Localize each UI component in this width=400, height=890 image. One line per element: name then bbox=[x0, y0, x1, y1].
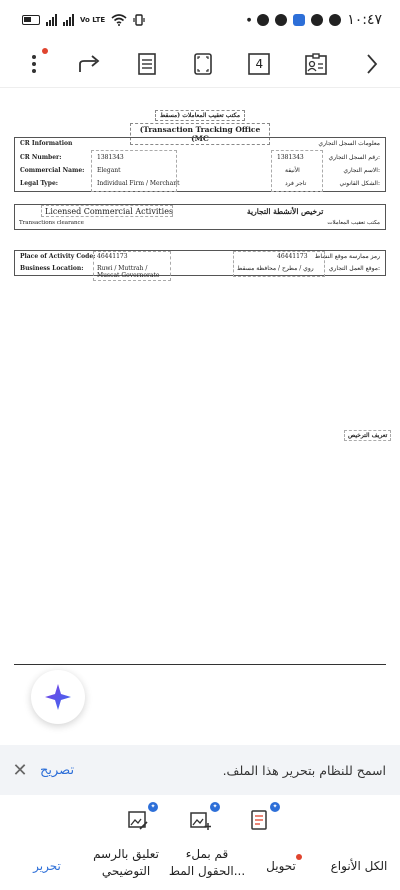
ai-document-icon bbox=[251, 810, 267, 830]
cr-header-en: CR Information bbox=[20, 140, 73, 147]
license-activities-box: Licensed Commercial Activities Transacti… bbox=[14, 204, 386, 230]
allow-button[interactable]: تصريح bbox=[40, 763, 74, 778]
chevron-right-icon bbox=[367, 53, 378, 74]
document-page[interactable]: مكتب تعقيب المعاملات (مسقط (Transaction … bbox=[0, 90, 400, 660]
cr-header-ar: معلومات السجل التجاري bbox=[318, 140, 380, 147]
add-image-button[interactable]: ✦ bbox=[186, 802, 220, 834]
activity-code-label: Place of Activity Code: bbox=[20, 253, 96, 260]
document-toolbar: 4 bbox=[0, 40, 400, 88]
signal-icon bbox=[46, 14, 57, 26]
edit-image-icon bbox=[128, 811, 148, 830]
notification-dot bbox=[42, 47, 48, 54]
add-image-icon bbox=[190, 812, 211, 830]
nav-annotate[interactable]: تعليق بالرسم التوضيحي bbox=[88, 846, 164, 880]
cr-information-box: CR Information معلومات السجل التجاري CR … bbox=[14, 137, 386, 192]
cr-values-field-ar[interactable] bbox=[271, 150, 323, 192]
app-icon bbox=[293, 14, 306, 26]
share-icon bbox=[79, 54, 100, 72]
business-location-label: Business Location: bbox=[20, 265, 84, 272]
crop-button[interactable] bbox=[189, 50, 217, 78]
nav-convert[interactable]: تحويل bbox=[258, 858, 304, 875]
crop-icon bbox=[194, 52, 212, 75]
signal-icon-2 bbox=[63, 14, 74, 26]
sparkle-icon bbox=[45, 684, 71, 710]
snapchat-icon-2 bbox=[329, 14, 342, 26]
snapchat-icon bbox=[311, 14, 324, 26]
nav-annotate-line1: تعليق بالرسم bbox=[93, 847, 159, 861]
status-right: ● ١٠:٤٧ bbox=[247, 12, 382, 28]
nav-fill-fields-line2: الحقول المط... bbox=[168, 864, 246, 878]
license-definition-label[interactable]: تعريف الترخيص bbox=[344, 430, 392, 441]
share-button[interactable] bbox=[76, 50, 104, 78]
tools-row: ✦ ✦ ✦ bbox=[0, 800, 400, 840]
license-title-ar: ترخيص الأنشطة التجارية bbox=[247, 207, 324, 216]
document-icon bbox=[137, 52, 156, 75]
pro-badge: ✦ bbox=[148, 802, 158, 812]
title-arabic: مكتب تعقيب المعاملات (مسقط bbox=[154, 110, 246, 121]
license-title-field[interactable] bbox=[41, 205, 173, 217]
page-number: 4 bbox=[255, 56, 264, 71]
commercial-name-label: Commercial Name: bbox=[20, 167, 85, 174]
status-bar: Vo LTE ● ١٠:٤٧ bbox=[0, 0, 400, 40]
network-label: Vo LTE bbox=[80, 15, 106, 24]
nav-annotate-line2: التوضيحي bbox=[101, 864, 151, 878]
location-values-field[interactable] bbox=[93, 251, 171, 281]
cr-number-label: CR Number: bbox=[20, 154, 62, 161]
dot-icon: ● bbox=[246, 17, 252, 23]
edit-image-button[interactable]: ✦ bbox=[124, 802, 158, 834]
whatsapp-icon bbox=[257, 14, 270, 26]
commercial-name-label-ar: الاسم التجاري: bbox=[343, 167, 380, 174]
bottom-nav: الكل الأنواع تحويل قم بملء الحقول المط..… bbox=[0, 842, 400, 890]
nav-all-types-label: الكل الأنواع bbox=[330, 859, 388, 873]
document-view-button[interactable] bbox=[133, 50, 161, 78]
permission-text: اسمح للنظام بتحرير هذا الملف. bbox=[222, 762, 386, 778]
more-menu-button[interactable] bbox=[20, 47, 48, 78]
next-button[interactable] bbox=[358, 50, 386, 78]
location-values-field-ar[interactable] bbox=[233, 251, 325, 277]
contact-card-button[interactable] bbox=[302, 50, 330, 78]
contact-card-icon bbox=[304, 52, 327, 75]
cr-number-label-ar: رقم السجل التجاري: bbox=[328, 154, 380, 161]
vibrate-icon bbox=[133, 14, 145, 26]
ai-assistant-button[interactable] bbox=[31, 670, 85, 724]
ai-document-button[interactable]: ✦ bbox=[246, 802, 280, 834]
page-number-button[interactable]: 4 bbox=[245, 50, 273, 78]
pro-badge: ✦ bbox=[270, 802, 280, 812]
wifi-icon bbox=[111, 14, 127, 26]
cr-values-field[interactable] bbox=[91, 150, 177, 192]
legal-type-label: Legal Type: bbox=[20, 180, 59, 187]
location-box: Place of Activity Code: 46441173 4644117… bbox=[14, 250, 386, 281]
page-divider bbox=[14, 664, 386, 665]
nav-edit[interactable]: تحرير bbox=[22, 858, 72, 875]
nav-edit-label: تحرير bbox=[33, 859, 61, 873]
battery-icon bbox=[22, 15, 40, 25]
messenger-icon bbox=[275, 14, 288, 26]
business-location-label-ar: موقع العمل التجاري: bbox=[328, 265, 380, 272]
license-sub-ar: مكتب تعقيب المعاملات bbox=[327, 220, 380, 226]
nav-fill-fields[interactable]: قم بملء الحقول المط... bbox=[168, 846, 246, 880]
nav-convert-label: تحويل bbox=[266, 859, 296, 873]
status-left: Vo LTE bbox=[22, 14, 145, 26]
legal-type-label-ar: الشكل القانوني: bbox=[339, 180, 380, 187]
permission-banner: ✕ تصريح اسمح للنظام بتحرير هذا الملف. bbox=[0, 745, 400, 795]
close-icon[interactable]: ✕ bbox=[10, 760, 30, 781]
nav-all-types[interactable]: الكل الأنواع bbox=[322, 858, 396, 875]
pro-badge: ✦ bbox=[210, 802, 220, 812]
license-sub-en: Transactions clearance bbox=[19, 220, 84, 226]
more-vert-icon bbox=[32, 54, 36, 73]
nav-fill-fields-line1: قم بملء bbox=[185, 847, 229, 861]
status-time: ١٠:٤٧ bbox=[347, 12, 382, 28]
